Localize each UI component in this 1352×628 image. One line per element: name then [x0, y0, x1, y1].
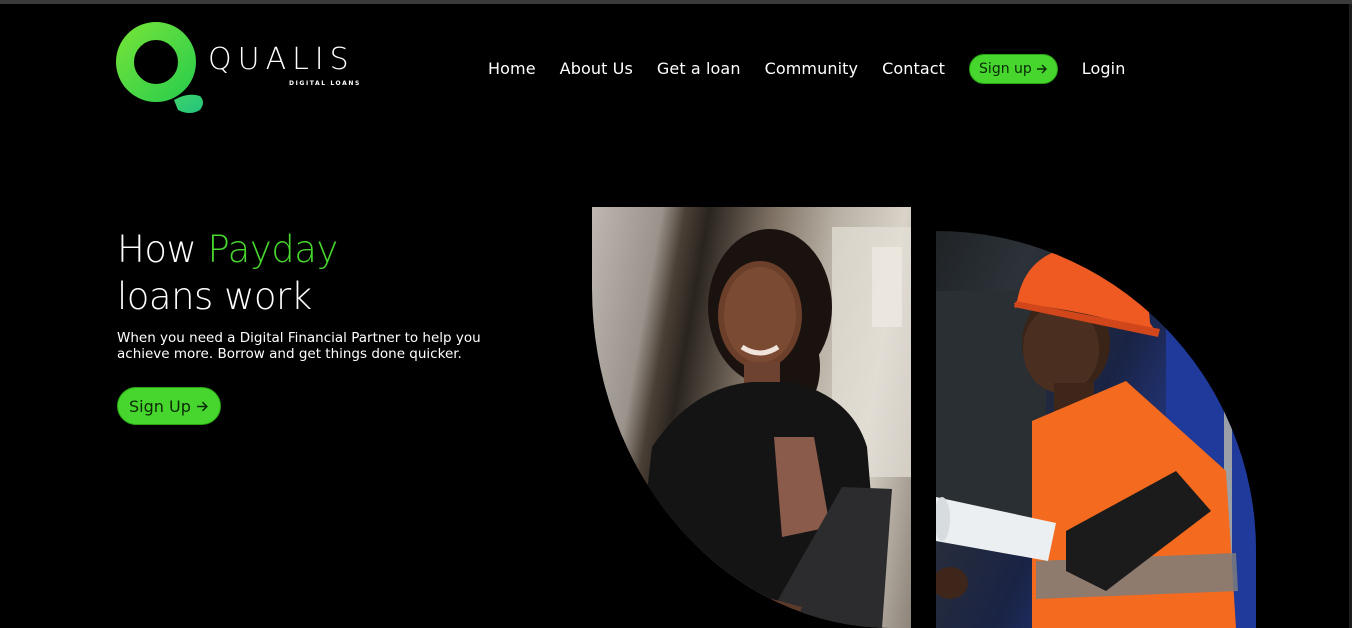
main-nav: Home About Us Get a loan Community Conta…: [488, 52, 1125, 84]
arrow-right-icon: [1036, 64, 1047, 74]
window-top-border: [0, 0, 1352, 4]
nav-community[interactable]: Community: [765, 59, 859, 78]
hero-signup-label: Sign Up: [129, 396, 191, 416]
brand-logo[interactable]: QUALIS DIGITAL LOANS: [116, 20, 376, 116]
logo-mark-icon: [116, 22, 203, 113]
hero-title: How Payday loans work: [117, 226, 338, 320]
nav-contact[interactable]: Contact: [882, 59, 945, 78]
brand-wordmark: QUALIS: [208, 42, 355, 77]
hero-photo-engineer: [936, 231, 1256, 628]
nav-home[interactable]: Home: [488, 59, 536, 78]
hero-description: When you need a Digital Financial Partne…: [117, 330, 481, 362]
nav-about-us[interactable]: About Us: [560, 59, 633, 78]
nav-signup-label: Sign up: [979, 61, 1032, 77]
nav-login[interactable]: Login: [1082, 59, 1126, 78]
hero-signup-button[interactable]: Sign Up: [117, 387, 221, 425]
hero-title-highlight: Payday: [207, 228, 339, 271]
arrow-right-icon: [196, 401, 208, 411]
hero-title-prefix: How: [117, 228, 197, 271]
nav-get-a-loan[interactable]: Get a loan: [657, 59, 741, 78]
nav-signup-button[interactable]: Sign up: [969, 54, 1058, 84]
hero-title-line2: loans work: [117, 275, 312, 318]
brand-tagline: DIGITAL LOANS: [289, 80, 361, 87]
hero-photo-businesswoman: [592, 207, 911, 628]
